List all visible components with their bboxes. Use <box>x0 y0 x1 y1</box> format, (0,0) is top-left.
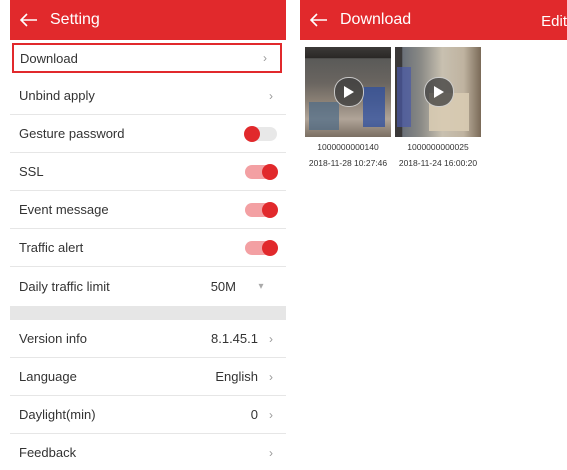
settings-row-ssl: SSL <box>10 153 286 191</box>
version-value: 8.1.45.1 <box>211 331 258 346</box>
row-label: Traffic alert <box>19 240 84 255</box>
download-header: Download Edit <box>300 0 567 40</box>
row-label: Download <box>20 50 78 66</box>
toggle-knob <box>262 239 278 256</box>
row-label: Unbind apply <box>19 88 95 103</box>
preview-detail <box>363 87 385 127</box>
back-arrow-icon[interactable] <box>20 13 42 27</box>
row-label: Daylight(min) <box>19 407 96 422</box>
row-label: Language <box>19 369 77 384</box>
settings-row-event-message: Event message <box>10 191 286 229</box>
toggle-knob <box>244 125 260 142</box>
ssl-toggle[interactable] <box>245 163 278 180</box>
preview-detail <box>397 67 411 127</box>
chevron-right-icon: › <box>263 51 267 65</box>
event-message-toggle[interactable] <box>245 201 278 218</box>
video-id: 1000000000025 <box>407 142 469 152</box>
settings-row-feedback[interactable]: Feedback › <box>10 434 286 470</box>
row-label: Daily traffic limit <box>19 278 110 294</box>
settings-row-language[interactable]: Language English › <box>10 358 286 396</box>
video-timestamp: 2018-11-24 16:00:20 <box>398 158 478 168</box>
chevron-right-icon: › <box>269 88 273 103</box>
page-title: Setting <box>50 11 100 28</box>
toggle-knob <box>262 201 278 218</box>
settings-row-traffic-alert: Traffic alert <box>10 229 286 267</box>
settings-row-daylight[interactable]: Daylight(min) 0 › <box>10 396 286 434</box>
section-divider <box>10 306 286 320</box>
download-panel: Download Edit 1000000000140 2018-11-28 1… <box>300 0 567 470</box>
settings-row-daily-traffic-limit[interactable]: Daily traffic limit 50M ▾ <box>10 267 286 305</box>
edit-button[interactable]: Edit <box>537 0 567 40</box>
play-icon[interactable] <box>424 77 454 107</box>
chevron-right-icon: › <box>269 407 273 422</box>
video-thumbnail[interactable] <box>305 47 391 137</box>
video-preview-image <box>395 47 481 137</box>
language-value: English <box>215 369 258 384</box>
row-label: Gesture password <box>19 126 125 141</box>
settings-panel: Setting Download › Unbind apply › Gestur… <box>10 0 286 470</box>
play-icon[interactable] <box>334 77 364 107</box>
video-timestamp: 2018-11-28 10:27:46 <box>308 158 388 168</box>
dropdown-caret-icon: ▾ <box>258 280 264 292</box>
page-title: Download <box>340 11 412 28</box>
settings-row-version-info[interactable]: Version info 8.1.45.1 › <box>10 320 286 358</box>
row-label: Event message <box>19 202 109 217</box>
video-preview-image <box>305 47 391 137</box>
toggle-knob <box>262 163 278 180</box>
video-thumbnail[interactable] <box>395 47 481 137</box>
traffic-alert-toggle[interactable] <box>245 239 278 256</box>
chevron-right-icon: › <box>269 331 273 346</box>
row-label: Feedback <box>19 445 77 460</box>
daylight-value: 0 <box>250 407 258 422</box>
chevron-right-icon: › <box>269 369 273 384</box>
video-id: 1000000000140 <box>317 142 379 152</box>
back-arrow-icon[interactable] <box>310 13 332 27</box>
settings-row-download[interactable]: Download › <box>12 43 282 73</box>
row-label: Version info <box>19 331 87 346</box>
gesture-password-toggle[interactable] <box>244 125 277 142</box>
settings-row-unbind-apply[interactable]: Unbind apply › <box>10 77 286 115</box>
daily-traffic-limit-value: 50M <box>210 278 236 294</box>
chevron-right-icon: › <box>269 445 273 460</box>
settings-row-gesture-password: Gesture password <box>10 115 286 153</box>
row-label: SSL <box>19 164 44 179</box>
preview-detail <box>309 102 339 130</box>
settings-header: Setting <box>10 0 286 40</box>
